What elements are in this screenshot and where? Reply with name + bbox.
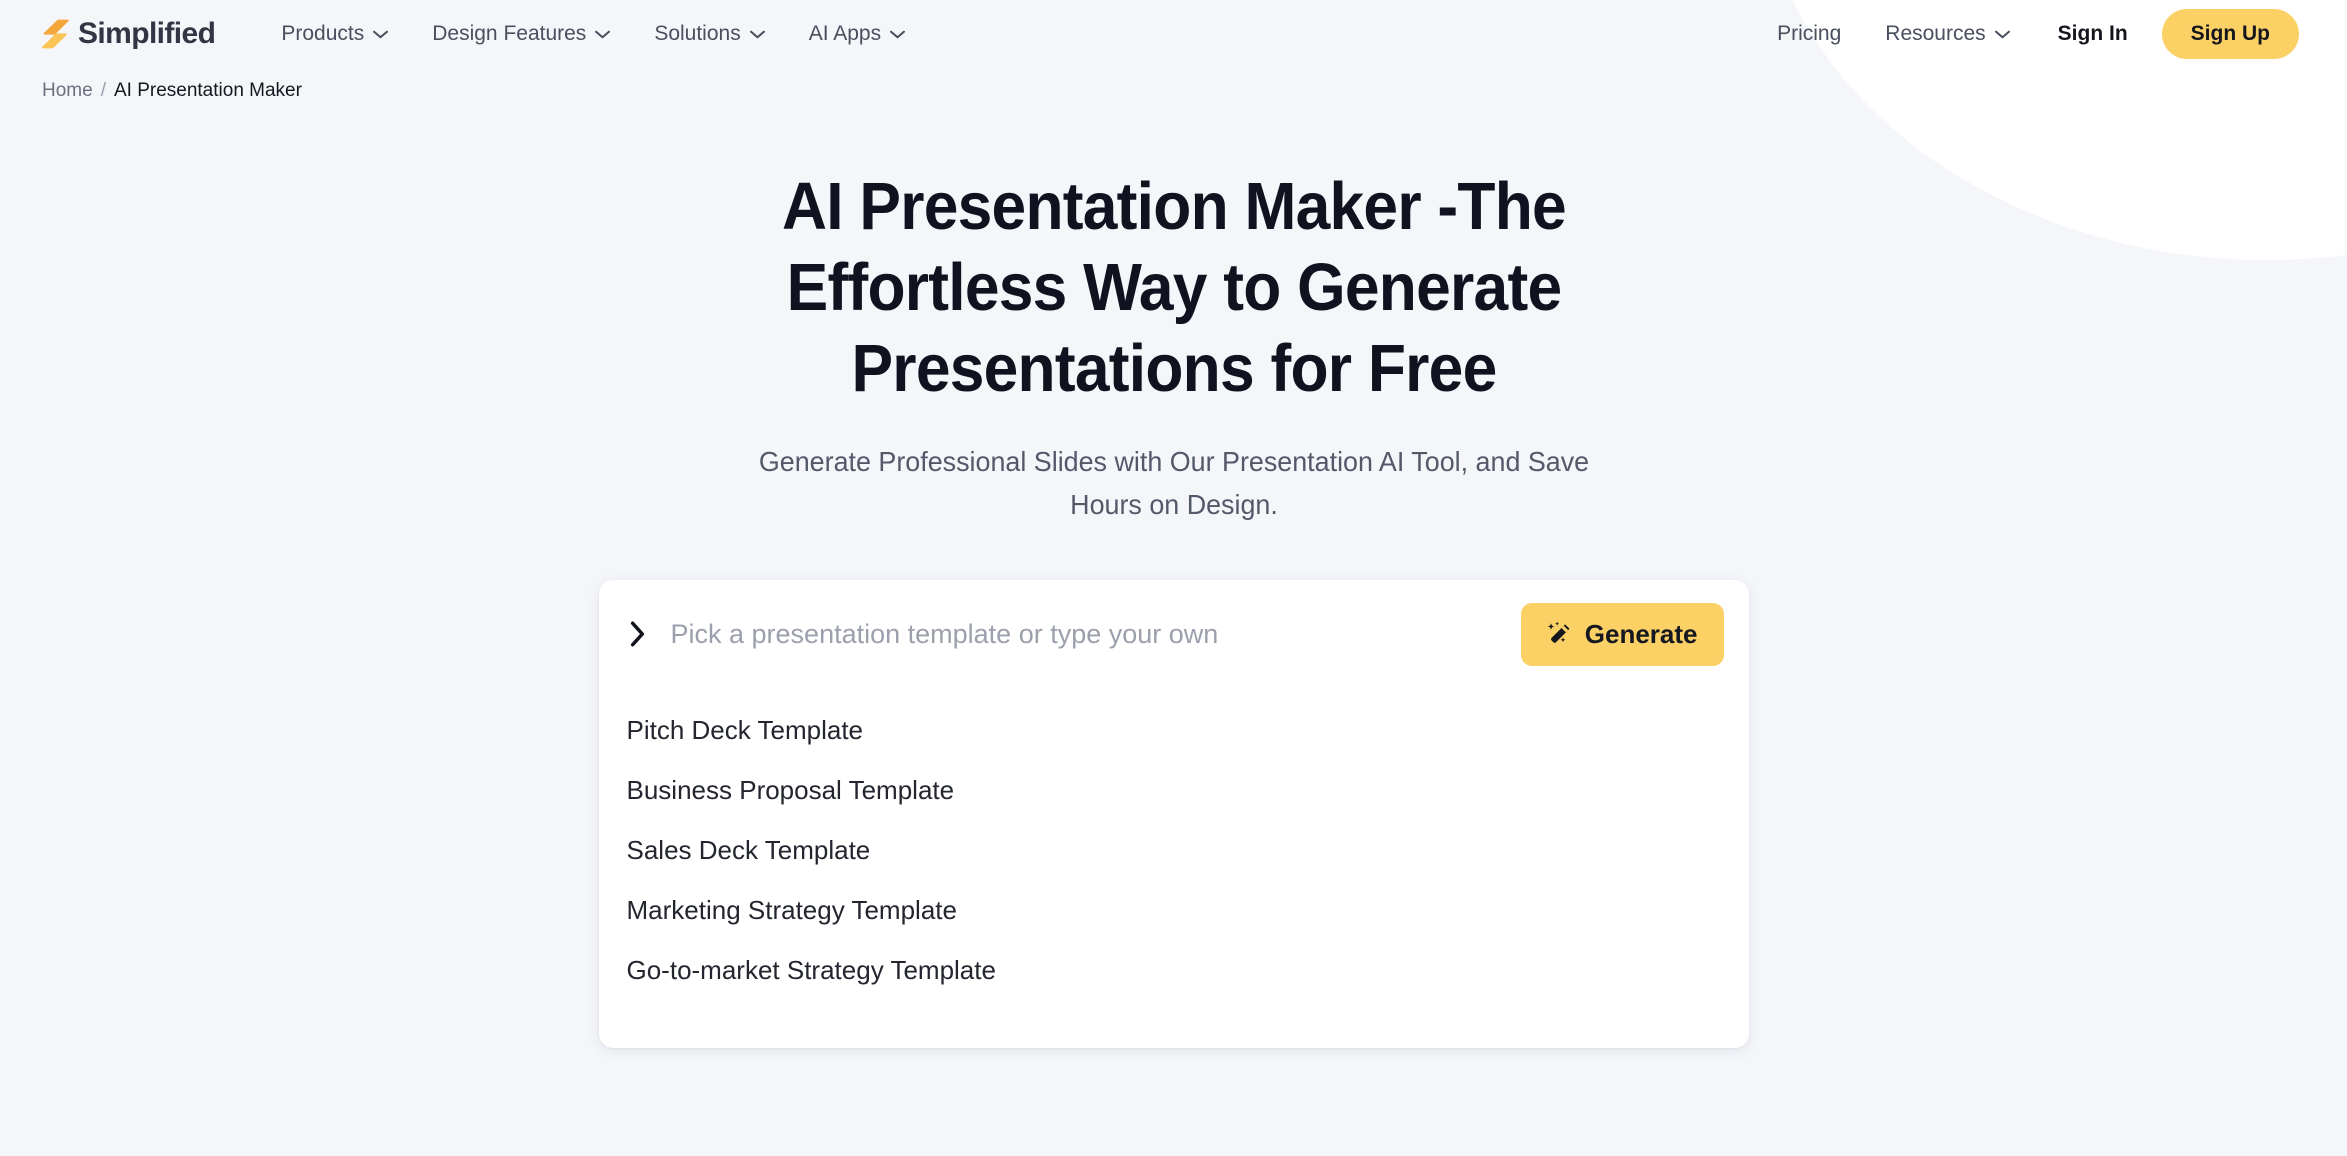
chevron-down-icon <box>890 30 906 38</box>
nav-item-products-label: Products <box>281 22 365 45</box>
nav-item-products[interactable]: Products <box>259 14 410 54</box>
list-item[interactable]: Business Proposal Template <box>599 760 1749 820</box>
chevron-down-icon <box>595 30 611 38</box>
nav-item-solutions[interactable]: Solutions <box>632 14 786 54</box>
nav-item-pricing[interactable]: Pricing <box>1755 14 1863 54</box>
brand-name-label: Simplified <box>78 17 216 50</box>
generate-button-label: Generate <box>1584 618 1698 649</box>
nav-item-solutions-label: Solutions <box>654 22 741 45</box>
sign-up-button[interactable]: Sign Up <box>2161 9 2299 59</box>
chevron-down-icon <box>373 30 389 38</box>
nav-item-design-features-label: Design Features <box>432 22 587 45</box>
page-title: AI Presentation Maker -The Effortless Wa… <box>781 169 1567 407</box>
brand-logo-link[interactable]: Simplified <box>42 17 216 51</box>
breadcrumb-current-page: AI Presentation Maker <box>113 80 302 101</box>
chevron-right-icon[interactable] <box>627 620 649 648</box>
nav-item-resources-label: Resources <box>1885 22 1986 45</box>
sign-in-link[interactable]: Sign In <box>2032 14 2154 54</box>
list-item[interactable]: Go-to-market Strategy Template <box>599 940 1749 1000</box>
simplified-bolt-logo-icon <box>42 19 69 49</box>
list-item[interactable]: Marketing Strategy Template <box>599 880 1749 940</box>
nav-item-resources[interactable]: Resources <box>1863 14 2031 54</box>
nav-item-design-features[interactable]: Design Features <box>410 14 632 54</box>
template-search-row: Generate <box>599 580 1749 689</box>
breadcrumb: Home / AI Presentation Maker <box>0 68 2347 102</box>
list-item[interactable]: Sales Deck Template <box>599 820 1749 880</box>
magic-wand-icon <box>1547 621 1570 643</box>
breadcrumb-separator: / <box>100 80 106 101</box>
list-item[interactable]: Pitch Deck Template <box>599 700 1749 760</box>
generate-button[interactable]: Generate <box>1520 602 1724 666</box>
template-search-input[interactable] <box>670 580 1521 689</box>
breadcrumb-home-link[interactable]: Home <box>42 80 93 102</box>
template-picker-card: Generate Pitch Deck Template Business Pr… <box>598 580 1749 1049</box>
hero-section: AI Presentation Maker -The Effortless Wa… <box>0 166 2347 526</box>
secondary-nav-links: Pricing Resources Sign In Sign Up <box>1755 9 2299 59</box>
nav-item-ai-apps[interactable]: AI Apps <box>787 14 927 54</box>
nav-item-ai-apps-label: AI Apps <box>808 22 882 45</box>
nav-item-pricing-label: Pricing <box>1777 22 1842 45</box>
template-suggestion-list: Pitch Deck Template Business Proposal Te… <box>599 688 1749 1000</box>
page-subtitle: Generate Professional Slides with Our Pr… <box>758 446 1589 520</box>
primary-nav-links: Products Design Features Solutions AI Ap… <box>259 14 927 54</box>
chevron-down-icon <box>1994 30 2010 38</box>
chevron-down-icon <box>749 30 765 38</box>
top-navigation-bar: Simplified Products Design Features Solu… <box>0 0 2347 68</box>
